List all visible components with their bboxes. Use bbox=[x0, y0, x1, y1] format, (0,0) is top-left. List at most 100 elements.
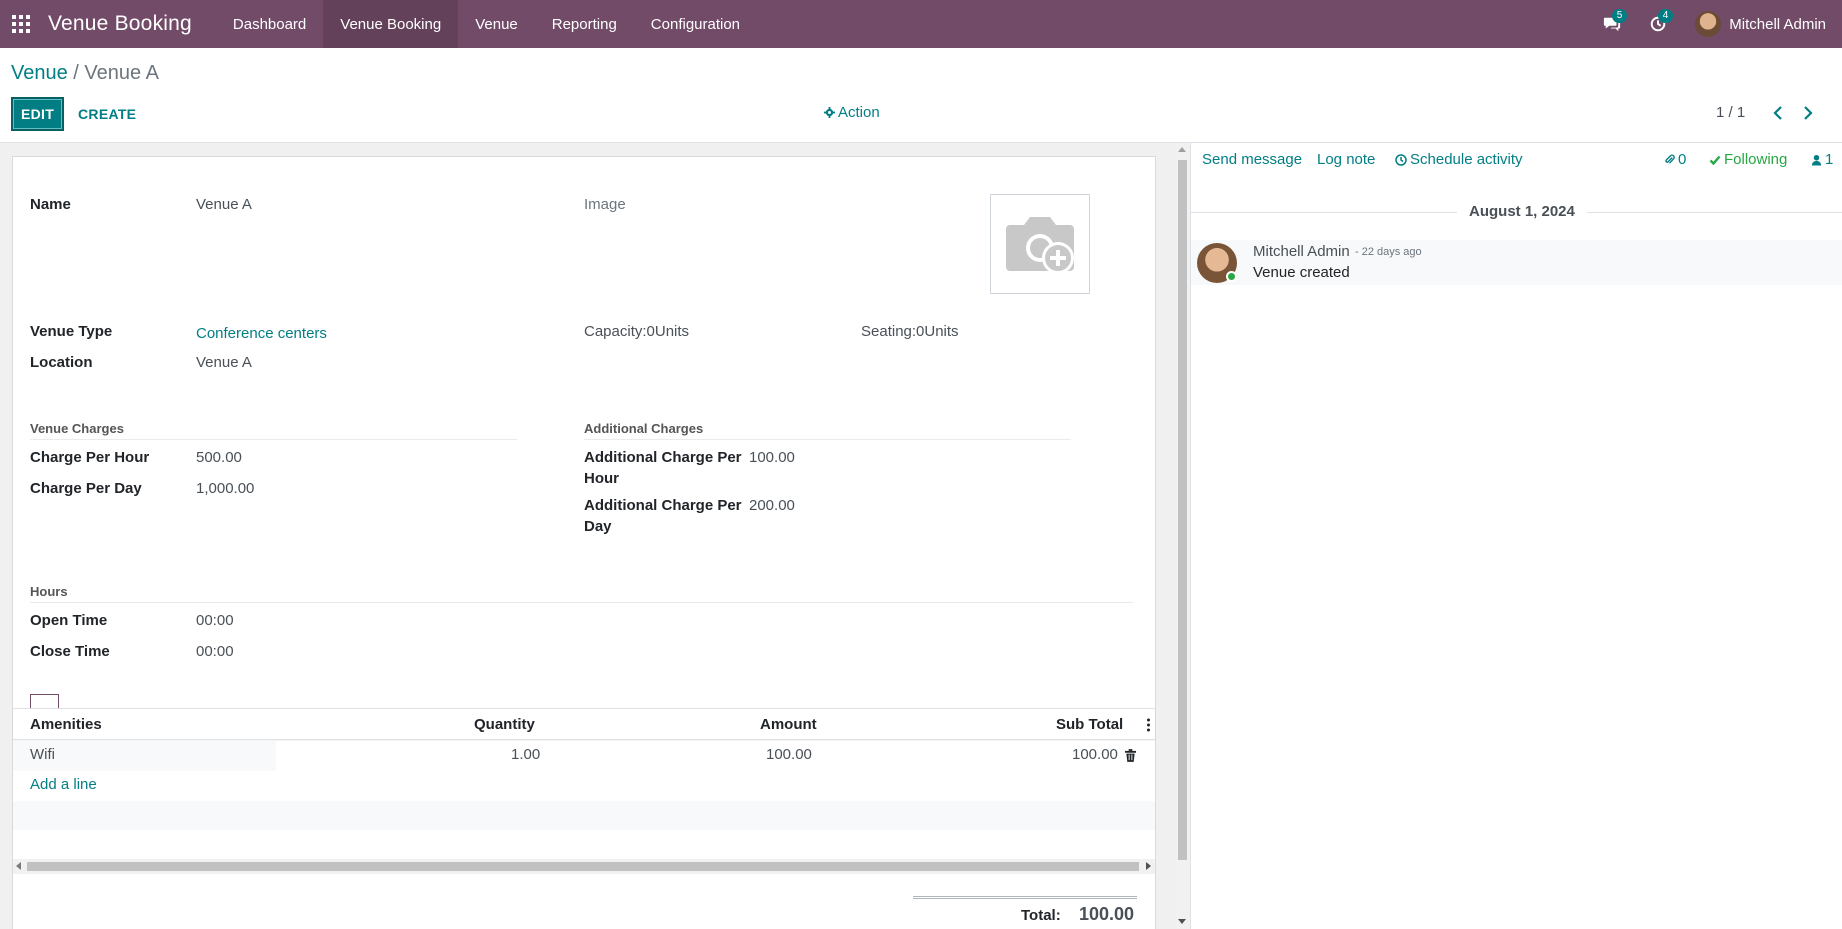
action-label: Action bbox=[838, 104, 880, 121]
open-time-label: Open Time bbox=[30, 612, 108, 629]
column-options-icon[interactable] bbox=[1147, 718, 1150, 732]
followers-button[interactable]: 1 bbox=[1811, 151, 1833, 168]
column-quantity[interactable]: Quantity bbox=[474, 716, 535, 733]
breadcrumb-parent[interactable]: Venue bbox=[11, 62, 68, 84]
location-label: Location bbox=[30, 354, 93, 371]
column-subtotal[interactable]: Sub Total bbox=[1056, 716, 1123, 733]
apps-menu-icon[interactable] bbox=[0, 0, 42, 48]
charge-per-day-label: Charge Per Day bbox=[30, 480, 142, 497]
activities-badge: 4 bbox=[1657, 9, 1674, 23]
messages-icon[interactable]: 5 bbox=[1589, 0, 1635, 48]
action-dropdown[interactable]: Action bbox=[824, 104, 880, 121]
additional-charge-day-label-line2: Day bbox=[584, 518, 612, 535]
additional-charge-hour-label-line2: Hour bbox=[584, 470, 619, 487]
open-time-value: 00:00 bbox=[196, 612, 234, 629]
vertical-scrollbar[interactable] bbox=[1175, 143, 1190, 929]
amenity-quantity-cell[interactable]: 1.00 bbox=[511, 746, 540, 763]
app-brand[interactable]: Venue Booking bbox=[48, 12, 192, 36]
location-value: Venue A bbox=[196, 354, 252, 371]
check-icon bbox=[1709, 155, 1721, 165]
attachments-count: 0 bbox=[1678, 151, 1687, 168]
total-label: Total: bbox=[1021, 907, 1061, 924]
additional-charges-separator bbox=[584, 439, 1071, 440]
followers-count: 1 bbox=[1825, 151, 1834, 168]
venue-type-value[interactable]: Conference centers bbox=[196, 323, 327, 344]
menu-configuration[interactable]: Configuration bbox=[634, 0, 757, 48]
charge-per-day-value: 1,000.00 bbox=[196, 480, 255, 497]
chatter-message[interactable]: Mitchell Admin - 22 days ago Venue creat… bbox=[1191, 240, 1842, 285]
additional-charge-day-value: 200.00 bbox=[749, 497, 795, 514]
message-body: Venue created bbox=[1253, 264, 1350, 281]
following-button[interactable]: Following bbox=[1709, 151, 1787, 168]
breadcrumb-separator: / bbox=[73, 62, 79, 84]
pager-previous-icon[interactable] bbox=[1770, 103, 1786, 123]
trash-icon[interactable] bbox=[1125, 749, 1136, 766]
name-label: Name bbox=[30, 196, 71, 213]
notebook-tab[interactable] bbox=[30, 694, 59, 709]
menu-venue-booking[interactable]: Venue Booking bbox=[323, 0, 459, 48]
table-row[interactable]: Wifi 1.00 100.00 100.00 bbox=[13, 741, 1155, 771]
seating-value: Seating:0Units bbox=[861, 323, 959, 340]
schedule-activity-button[interactable]: Schedule activity bbox=[1395, 151, 1523, 168]
gear-icon bbox=[824, 107, 835, 118]
menu-reporting[interactable]: Reporting bbox=[535, 0, 634, 48]
close-time-label: Close Time bbox=[30, 643, 110, 660]
venue-type-label: Venue Type bbox=[30, 323, 113, 340]
pager-value[interactable]: 1 / 1 bbox=[1716, 104, 1745, 121]
breadcrumb-current: Venue A bbox=[84, 62, 159, 84]
messages-badge: 5 bbox=[1611, 9, 1628, 23]
horizontal-scrollbar-thumb[interactable] bbox=[27, 862, 1139, 871]
edit-button[interactable]: EDIT bbox=[11, 97, 64, 131]
amenity-amount-cell[interactable]: 100.00 bbox=[766, 746, 812, 763]
user-menu[interactable]: Mitchell Admin bbox=[1681, 0, 1842, 48]
charge-per-hour-value: 500.00 bbox=[196, 449, 242, 466]
date-separator-label: August 1, 2024 bbox=[1457, 203, 1587, 220]
additional-charge-day-label: Additional Charge Per Day bbox=[584, 495, 742, 537]
capacity-value: Capacity:0Units bbox=[584, 323, 690, 340]
attachments-button[interactable]: 0 bbox=[1664, 151, 1686, 168]
venue-charges-separator bbox=[30, 439, 517, 440]
pager-next-icon[interactable] bbox=[1800, 103, 1816, 123]
online-status-icon bbox=[1226, 271, 1237, 282]
total-separator bbox=[913, 896, 1137, 899]
hours-title: Hours bbox=[30, 584, 68, 599]
menu-dashboard[interactable]: Dashboard bbox=[216, 0, 323, 48]
paperclip-icon bbox=[1665, 154, 1675, 164]
close-time-value: 00:00 bbox=[196, 643, 234, 660]
activities-clock-icon[interactable]: 4 bbox=[1635, 0, 1681, 48]
message-time: - 22 days ago bbox=[1355, 246, 1422, 258]
horizontal-scrollbar[interactable] bbox=[13, 859, 1155, 874]
message-author[interactable]: Mitchell Admin bbox=[1253, 243, 1350, 260]
send-message-button[interactable]: Send message bbox=[1202, 151, 1302, 168]
total-value: 100.00 bbox=[1079, 904, 1135, 924]
chatter-panel: Send message Log note Schedule activity … bbox=[1190, 143, 1842, 929]
scroll-right-arrow-icon[interactable] bbox=[1146, 862, 1151, 870]
image-upload[interactable] bbox=[990, 194, 1090, 294]
additional-charge-hour-label: Additional Charge Per Hour bbox=[584, 447, 742, 489]
additional-charge-day-label-line1: Additional Charge Per bbox=[584, 497, 742, 514]
empty-row bbox=[13, 801, 1155, 830]
menu-venue[interactable]: Venue bbox=[458, 0, 535, 48]
additional-charge-hour-label-line1: Additional Charge Per bbox=[584, 449, 742, 466]
clock-icon bbox=[1395, 153, 1407, 166]
name-value: Venue A bbox=[196, 196, 252, 213]
hours-separator bbox=[30, 602, 1133, 603]
following-label: Following bbox=[1724, 151, 1788, 168]
scroll-down-arrow-icon[interactable] bbox=[1178, 919, 1186, 924]
vertical-scrollbar-thumb[interactable] bbox=[1178, 160, 1187, 860]
scroll-left-arrow-icon[interactable] bbox=[16, 862, 21, 870]
column-amenities[interactable]: Amenities bbox=[30, 716, 102, 733]
create-button[interactable]: CREATE bbox=[78, 97, 136, 131]
user-icon bbox=[1811, 154, 1822, 165]
scroll-up-arrow-icon[interactable] bbox=[1178, 147, 1186, 152]
amenity-name-cell[interactable]: Wifi bbox=[30, 746, 55, 763]
add-a-line-link[interactable]: Add a line bbox=[30, 776, 97, 793]
charge-per-hour-label: Charge Per Hour bbox=[30, 449, 150, 466]
camera-add-icon bbox=[1006, 217, 1074, 274]
user-avatar bbox=[1695, 11, 1722, 37]
log-note-button[interactable]: Log note bbox=[1317, 151, 1375, 168]
amenity-subtotal-cell[interactable]: 100.00 bbox=[1072, 746, 1118, 763]
column-amount[interactable]: Amount bbox=[760, 716, 817, 733]
user-name: Mitchell Admin bbox=[1729, 15, 1826, 33]
add-line-row: Add a line bbox=[13, 771, 1155, 801]
